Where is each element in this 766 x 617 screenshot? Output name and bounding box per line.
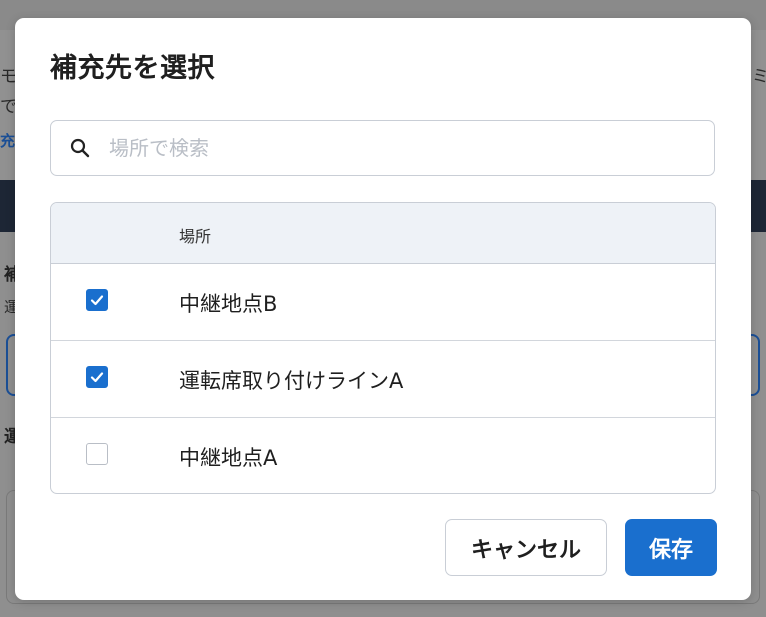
table-header: 場所: [51, 203, 715, 264]
cancel-button[interactable]: キャンセル: [445, 519, 607, 576]
select-destination-dialog: 補充先を選択 場所 中継地点B: [15, 18, 751, 600]
row-label: 中継地点A: [179, 446, 278, 470]
dialog-title: 補充先を選択: [50, 53, 215, 84]
row-label: 運転席取り付けラインA: [179, 369, 404, 393]
row-checkbox[interactable]: [86, 289, 108, 311]
table-row[interactable]: 中継地点A: [51, 418, 715, 493]
table-row[interactable]: 中継地点B: [51, 264, 715, 341]
checkmark-icon: [90, 295, 104, 306]
row-label: 中継地点B: [179, 292, 278, 316]
save-button[interactable]: 保存: [625, 519, 717, 576]
row-checkbox[interactable]: [86, 443, 108, 465]
search-input[interactable]: [107, 135, 671, 161]
background-link-fragment: 充: [0, 132, 16, 150]
checkmark-icon: [90, 372, 104, 383]
column-header-location: 場所: [179, 227, 212, 246]
location-table: 場所 中継地点B 運転席取り付けラインA 中継地点A: [50, 202, 716, 494]
background-text-fragment: ミ: [752, 67, 766, 87]
search-box[interactable]: [50, 120, 715, 176]
row-checkbox[interactable]: [86, 366, 108, 388]
search-icon: [69, 137, 91, 159]
table-row[interactable]: 運転席取り付けラインA: [51, 341, 715, 418]
